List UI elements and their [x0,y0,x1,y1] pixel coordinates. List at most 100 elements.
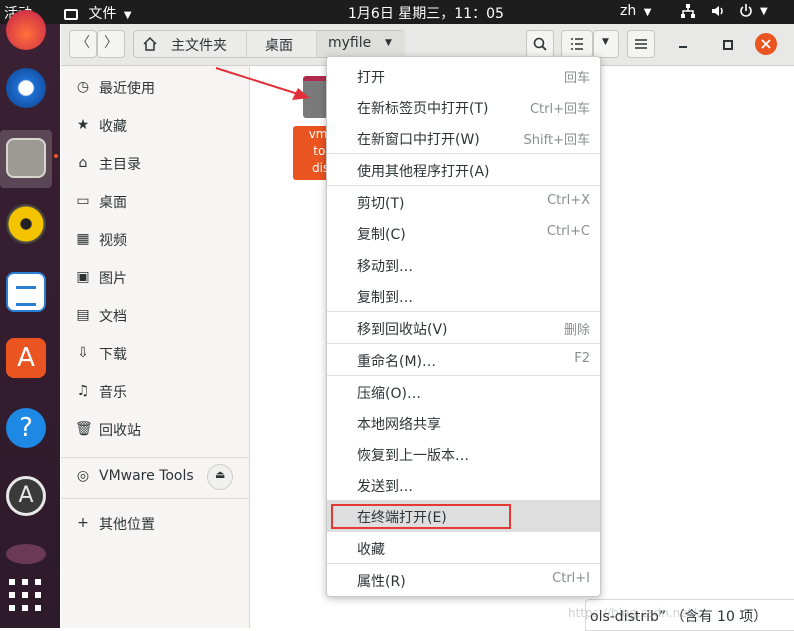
software-center-icon[interactable]: A [6,338,46,378]
firefox-icon[interactable] [6,10,46,50]
caret-down-icon: ▼ [385,38,392,48]
sidebar-item-documents[interactable]: ▤ 文档 [61,298,249,334]
menu-item-shortcut: Shift+回车 [523,133,590,148]
sidebar-item-pictures[interactable]: ▣ 图片 [61,260,249,296]
path-home-segment[interactable]: 主文件夹 [134,31,246,57]
menu-item-properties[interactable]: 属性(R) Ctrl+I [327,564,600,595]
home-icon: ⌂ [78,155,88,171]
back-icon: 〈 [76,35,90,51]
star-icon: ★ [76,117,90,133]
path-desktop-segment[interactable]: 桌面 [246,31,317,57]
path-current-segment[interactable]: myfile ▼ [316,31,405,57]
sidebar-item-label: 最近使用 [99,81,155,97]
search-button[interactable] [526,30,554,58]
sidebar-item-music[interactable]: ♫ 音乐 [61,374,249,410]
menu-item-label: 恢复到上一版本… [357,448,469,464]
home-icon [143,36,157,51]
sidebar-item-trash[interactable]: 🗑 回收站 [61,412,249,448]
window-edge-strip [782,66,794,586]
language-indicator[interactable]: zh ▼ [620,3,651,19]
desktop-icon: ▭ [76,193,90,209]
menu-item-rename[interactable]: 重命名(M)… F2 [327,344,600,375]
sidebar-item-label: 音乐 [99,385,127,401]
eject-button[interactable]: ⏏ [207,464,233,490]
rhythmbox-icon[interactable] [6,204,46,244]
menu-item-star[interactable]: 收藏 [327,532,600,563]
menu-item-open-with[interactable]: 使用其他程序打开(A) [327,154,600,185]
menu-item-open-new-window[interactable]: 在新窗口中打开(W) Shift+回车 [327,122,600,153]
folder-icon [64,9,78,20]
sidebar-item-label: 收藏 [99,119,127,135]
sidebar-item-home[interactable]: ⌂ 主目录 [61,146,249,182]
sidebar-item-downloads[interactable]: ⇩ 下载 [61,336,249,372]
software-updater-icon[interactable]: A [6,476,46,516]
network-icon[interactable] [680,3,696,23]
menu-item-label: 在新窗口中打开(W) [357,132,480,148]
path-segment-home: 主文件夹 [171,38,227,54]
volume-icon[interactable] [710,3,726,23]
minimize-button[interactable] [673,34,693,54]
view-options-button[interactable]: ▼ [593,30,619,58]
list-view-icon [571,38,583,50]
sidebar-item-label: 其他位置 [99,517,155,533]
trash-icon: 🗑 [75,421,93,437]
power-icon[interactable] [738,3,754,23]
menu-item-shortcut: Ctrl+I [552,571,590,586]
hamburger-icon [635,39,647,49]
dock-item-partial-icon[interactable] [6,544,46,564]
menu-item-local-network-share[interactable]: 本地网络共享 [327,407,600,438]
menu-item-compress[interactable]: 压缩(O)… [327,376,600,407]
menu-item-shortcut: Ctrl+回车 [529,102,590,117]
highlight-box [331,504,511,529]
sidebar-item-videos[interactable]: ▦ 视频 [61,222,249,258]
menu-item-copy[interactable]: 复制(C) Ctrl+C [327,217,600,248]
app-menu-label: 文件 [88,6,117,22]
view-toggle-button[interactable] [561,30,593,58]
document-icon: ▤ [76,307,90,323]
menu-item-label: 移到回收站(V) [357,322,448,338]
dock: A ? A [0,10,60,628]
menu-item-cut[interactable]: 剪切(T) Ctrl+X [327,186,600,217]
sidebar-item-desktop[interactable]: ▭ 桌面 [61,184,249,220]
libreoffice-writer-icon[interactable] [6,272,46,312]
annotation-arrow [215,67,310,100]
menu-button[interactable] [627,30,655,58]
app-menu[interactable]: 文件 ▼ [64,3,132,23]
menu-item-send-to[interactable]: 发送到… [327,469,600,500]
menu-item-label: 使用其他程序打开(A) [357,164,490,180]
thunderbird-icon[interactable] [6,68,46,108]
disc-icon: ◎ [76,468,90,484]
sidebar-item-label: 下载 [99,347,127,363]
menu-item-move-to[interactable]: 移动到… [327,249,600,280]
files-icon[interactable] [6,138,46,178]
sidebar-item-other-locations[interactable]: + 其他位置 [61,506,249,542]
help-icon[interactable]: ? [6,408,46,448]
menu-item-restore-previous-version[interactable]: 恢复到上一版本… [327,438,600,469]
music-icon: ♫ [76,383,90,399]
maximize-button[interactable] [717,34,737,54]
menu-item-copy-to[interactable]: 复制到… [327,280,600,311]
menu-item-label: 属性(R) [357,574,406,590]
path-bar: 主文件夹 桌面 myfile ▼ [133,30,405,58]
menu-item-label: 复制到… [357,290,413,306]
menu-item-open[interactable]: 打开 回车 [327,60,600,91]
menu-item-move-to-trash[interactable]: 移到回收站(V) 删除 [327,312,600,343]
sidebar-item-label: 桌面 [99,195,127,211]
show-applications-icon[interactable] [8,578,42,612]
menu-item-shortcut: Ctrl+X [547,193,590,208]
menu-item-shortcut: 删除 [563,323,590,338]
sidebar-item-vmware-tools[interactable]: ◎ VMware Tools ⏏ [61,458,249,496]
menu-item-open-new-tab[interactable]: 在新标签页中打开(T) Ctrl+回车 [327,91,600,122]
caret-down-icon: ▼ [602,37,609,47]
forward-button[interactable]: 〉 [97,30,125,58]
sidebar-item-label: 视频 [99,233,127,249]
download-icon: ⇩ [77,345,89,361]
picture-icon: ▣ [76,269,90,285]
back-button[interactable]: 〈 [69,30,97,58]
menu-item-label: 打开 [357,70,385,86]
caret-down-icon: ▼ [643,7,652,18]
caret-down-icon[interactable]: ▼ [760,6,768,17]
close-button[interactable] [755,33,777,55]
clock[interactable]: 1月6日 星期三，11：05 [348,3,504,23]
plus-icon: + [77,515,89,531]
